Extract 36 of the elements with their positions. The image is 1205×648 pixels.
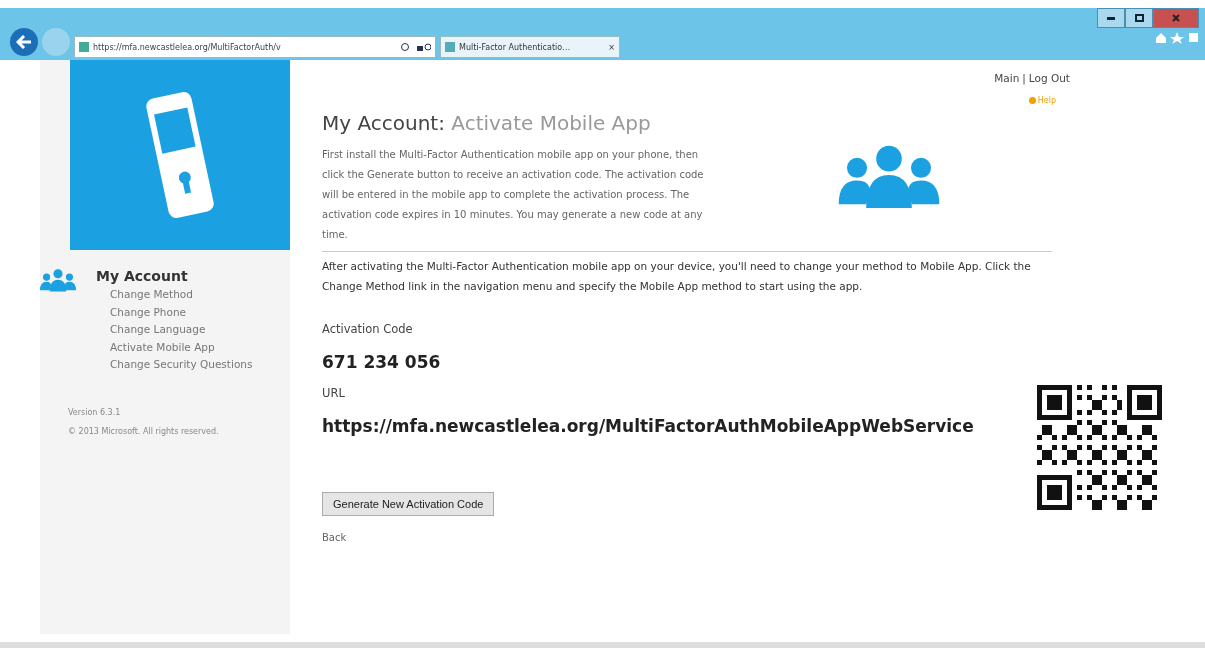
address-bar-icons[interactable] [401,42,431,52]
nav-link[interactable]: Change Security Questions [110,356,253,374]
field-label: URL [322,386,346,400]
copyright-text: © 2013 Microsoft. All rights reserved. [68,426,220,436]
nav-link[interactable]: Activate Mobile App [110,338,253,356]
close-button[interactable] [1153,8,1199,28]
people-icon [836,144,942,208]
maximize-icon [1134,14,1144,22]
version-text: Version 6.3.1 [68,407,122,417]
back-arrow-icon [16,35,32,49]
note-text: After activating the Multi-Factor Authentication mobile app on your device, you'll need to change your method to Mobile App. Click the Change Method link in the navigation menu and specify the Mobile App method to start using the app. [322,259,1032,294]
close-icon [1172,14,1180,22]
page-icon [445,42,455,52]
maximize-button[interactable] [1125,8,1153,28]
nav-link[interactable]: Change Method [110,286,253,304]
page-icon [79,42,89,52]
people-icon [40,268,76,292]
page-title: My Account: Activate Mobile App [322,111,652,135]
nav-link[interactable]: Change Language [110,321,253,339]
logout-link[interactable]: Log Out [1028,72,1070,84]
minimize-icon [1107,16,1115,20]
nav-link[interactable]: Change Phone [110,303,253,321]
back-link[interactable]: Back [322,532,1190,543]
activation-code: 671 234 056 [322,352,442,372]
main-link[interactable]: Main [994,72,1020,84]
back-button[interactable] [10,28,38,56]
browser-tab[interactable]: Multi-Factor Authenticatio… × [440,36,620,58]
help-icon [1028,97,1036,104]
sidebar-heading: My Account [96,268,189,284]
minimize-button[interactable] [1097,8,1125,28]
intro-text: First install the Multi-Factor Authentication mobile app on your phone, then click the Generate button to receive an activation code. The activation code will be entered in the mobile app to complete the activation process. The activation code expires in 10 minutes. You may generate a new code at any time. [322,148,705,242]
address-bar[interactable]: https://mfa.newcastlelea.org/MultiFactorAuth/v [74,36,436,58]
field-label: Activation Code [322,322,414,336]
link-separator: | [1022,72,1026,84]
activation-url: https://mfa.newcastlelea.org/MultiFactorAuthMobileAppWebService [322,416,975,436]
generate-button[interactable]: Generate New Activation Code [322,492,495,516]
